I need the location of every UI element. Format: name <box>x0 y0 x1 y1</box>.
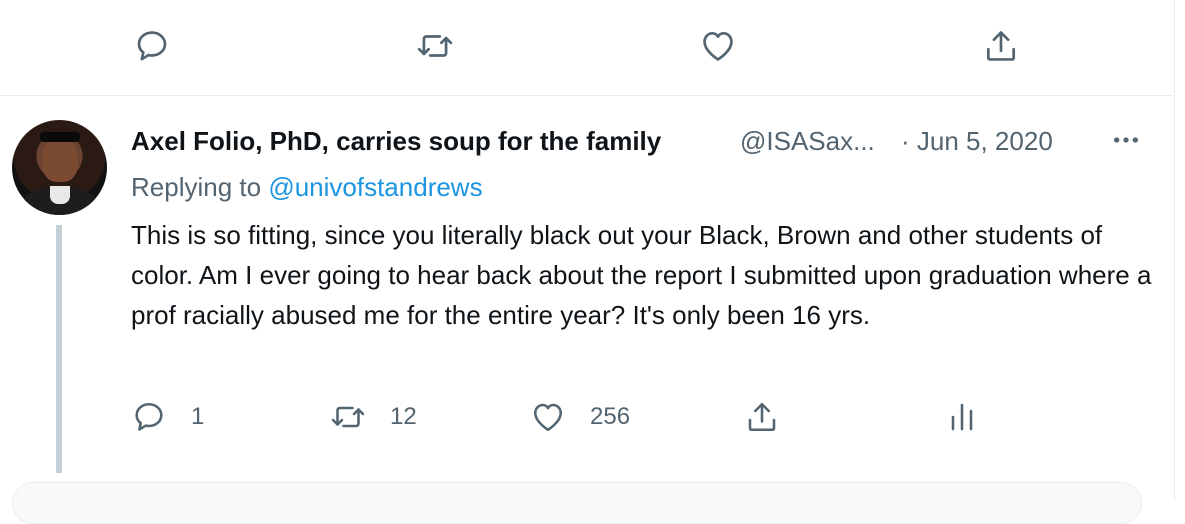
avatar[interactable] <box>12 120 107 215</box>
reply-icon <box>135 402 163 431</box>
share-icon <box>748 402 776 432</box>
author-name[interactable]: Axel Folio, PhD, carries soup for the fa… <box>131 126 661 157</box>
analytics-icon <box>951 403 973 431</box>
reply-button[interactable] <box>130 24 174 68</box>
thread-line <box>56 225 62 473</box>
reply-icon <box>137 31 167 61</box>
tweet-thread-view: Axel Folio, PhD, carries soup for the fa… <box>0 0 1185 524</box>
reply-button[interactable]: 1 <box>131 395 204 439</box>
like-button[interactable]: 256 <box>530 395 630 439</box>
replying-to-label: Replying to <box>131 172 269 202</box>
more-options-button[interactable] <box>1108 122 1144 158</box>
tweet-date[interactable]: · Jun 5, 2020 <box>901 126 1053 157</box>
share-icon <box>986 31 1016 61</box>
author-handle[interactable]: @ISASax... <box>740 126 875 157</box>
reply-count: 1 <box>191 403 205 430</box>
retweet-count: 12 <box>390 403 417 430</box>
like-count: 256 <box>590 403 631 430</box>
share-button[interactable] <box>979 24 1023 68</box>
retweet-icon <box>417 35 453 57</box>
heart-icon <box>703 31 733 61</box>
replying-to: Replying to @univofstandrews <box>131 172 483 203</box>
share-button[interactable] <box>744 395 780 439</box>
heart-icon <box>533 403 563 432</box>
retweet-button[interactable]: 12 <box>330 395 417 439</box>
retweet-icon <box>331 406 365 428</box>
more-dots-icon <box>1114 137 1138 143</box>
next-item-edge <box>12 482 1142 524</box>
replying-to-mention[interactable]: @univofstandrews <box>268 172 482 202</box>
analytics-button[interactable] <box>944 395 980 439</box>
like-button[interactable] <box>696 24 740 68</box>
previous-tweet-action-bar <box>0 0 1174 96</box>
tweet-text: This is so fitting, since you literally … <box>131 220 1152 330</box>
tweet-header: Axel Folio, PhD, carries soup for the fa… <box>131 124 1161 160</box>
retweet-button[interactable] <box>413 24 457 68</box>
column-border <box>1174 0 1175 501</box>
